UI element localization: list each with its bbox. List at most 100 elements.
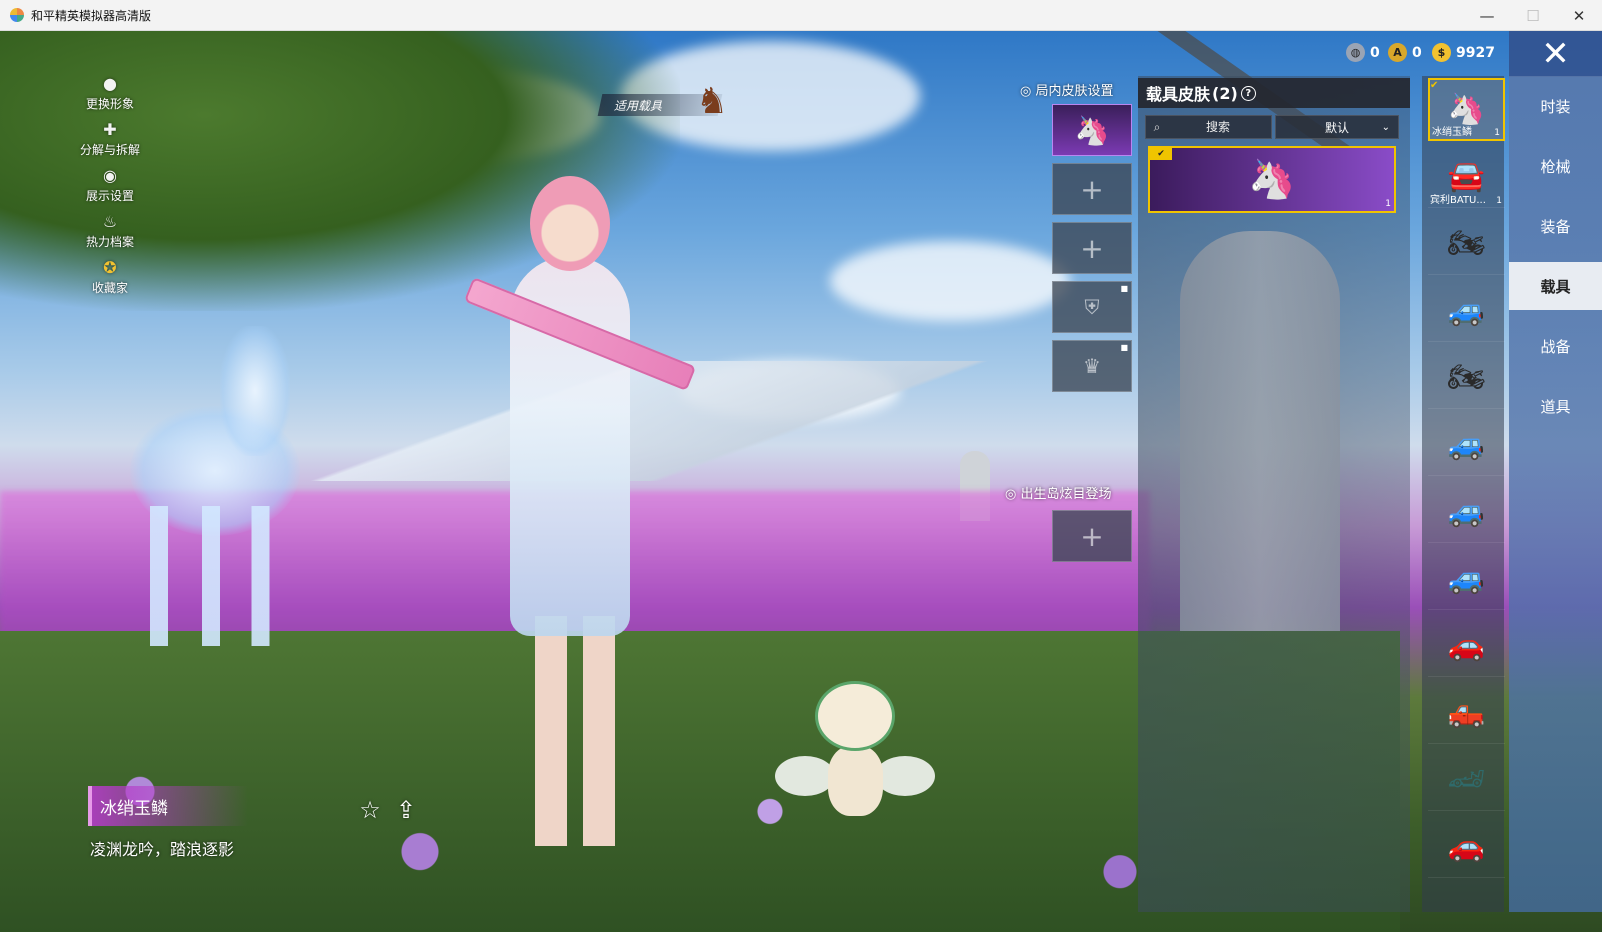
tab-equipment[interactable]: 装备 — [1509, 202, 1602, 250]
tab-weapons[interactable]: 枪械 — [1509, 142, 1602, 190]
kirin-icon: 🦄 — [1447, 92, 1486, 127]
change-appearance-button[interactable]: ● 更换形象 — [70, 72, 150, 118]
vehicle-item[interactable]: 🚙 — [1428, 547, 1505, 610]
tab-vehicles[interactable]: 载具 — [1509, 262, 1602, 310]
sort-value: 默认 — [1324, 120, 1349, 135]
left-menu: ● 更换形象 ✚ 分解与拆解 ◉ 展示设置 ♨ 热力档案 ✪ 收藏家 — [70, 72, 150, 302]
player-character[interactable] — [440, 146, 700, 846]
star-icon[interactable]: ☆ — [356, 796, 384, 824]
menu-label: 分解与拆解 — [79, 143, 140, 157]
selected-skin-card[interactable]: ✔ 🦄 1 — [1148, 146, 1396, 213]
companion-pet[interactable] — [775, 671, 935, 821]
vehicle-item[interactable]: 🚙 — [1428, 480, 1505, 543]
tab-items[interactable]: 道具 — [1509, 382, 1602, 430]
currency-gold: $ 9927 — [1432, 43, 1495, 62]
menu-label: 热力档案 — [85, 235, 134, 249]
maximize-button[interactable]: ☐ — [1510, 0, 1556, 31]
skin-slot-2[interactable]: + — [1052, 163, 1132, 215]
plus-icon: + — [1080, 172, 1104, 206]
skin-slot-5[interactable]: ♛ ■ — [1052, 340, 1132, 392]
minimize-button[interactable]: — — [1464, 0, 1510, 31]
vehicle-item[interactable]: 🚗 — [1428, 614, 1505, 677]
checkmark-icon: ✔ — [1150, 148, 1172, 160]
spawn-slot[interactable]: + — [1052, 510, 1132, 562]
sort-dropdown[interactable]: 默认 ⌄ — [1275, 115, 1399, 139]
decompose-button[interactable]: ✚ 分解与拆解 — [70, 118, 150, 164]
vehicle-count: 1 — [1496, 196, 1502, 206]
skin-slot-3[interactable]: + — [1052, 222, 1132, 274]
vehicle-item[interactable]: 🏍 — [1428, 346, 1505, 409]
plus-icon: + — [1080, 231, 1104, 265]
ice-kirin-mount[interactable] — [110, 306, 330, 666]
vehicle-item[interactable]: ✔ 🦄 冰绡玉鳞 1 — [1428, 78, 1505, 141]
flame-icon: ♨ — [102, 211, 118, 231]
vehicle-item[interactable]: 🚘 宾利BATU... 1 — [1428, 145, 1505, 208]
currency-globe: ◍ 0 — [1346, 43, 1380, 62]
cloud — [830, 241, 1070, 321]
shield-emblem-icon: ⛨ — [1084, 295, 1100, 319]
vehicle-item[interactable]: 🏎 — [1428, 748, 1505, 811]
collector-button[interactable]: ✪ 收藏家 — [70, 256, 150, 302]
currency-a-coin: A 0 — [1388, 43, 1422, 62]
jeep-icon: 🚙 — [1447, 426, 1486, 462]
tab-fashion[interactable]: 时装 — [1509, 82, 1602, 130]
kirin-icon: 🦄 — [1074, 113, 1110, 147]
item-description: 凌渊龙吟，踏浪逐影 — [90, 840, 235, 859]
menu-label: 展示设置 — [85, 189, 134, 203]
question-icon[interactable]: ? — [1240, 85, 1256, 101]
vehicle-item[interactable]: 🏍 — [1428, 212, 1505, 275]
ingame-skin-header: ◎ 局内皮肤设置 — [1020, 80, 1114, 99]
puzzle-icon: ✚ — [103, 119, 117, 139]
window-title: 和平精英模拟器高清版 — [31, 8, 152, 23]
heat-archive-button[interactable]: ♨ 热力档案 — [70, 210, 150, 256]
item-name-bar: 冰绡玉鳞 — [88, 786, 248, 826]
apply-vehicle-label: 适用载具 — [614, 98, 663, 113]
search-box[interactable]: ⌕ — [1145, 115, 1272, 139]
monster-truck-icon: 🛻 — [1447, 694, 1486, 730]
app-logo-icon — [10, 8, 24, 22]
search-input[interactable] — [1168, 120, 1268, 134]
vehicle-name: 冰绡玉鳞 — [1432, 127, 1472, 138]
close-icon: ✕ — [1541, 34, 1570, 74]
vehicle-skin-header: 载具皮肤 (2) ? — [1138, 78, 1410, 108]
window-close-button[interactable]: ✕ — [1556, 0, 1602, 31]
lock-icon: ■ — [1120, 284, 1128, 293]
currency-value: 0 — [1412, 44, 1422, 61]
settings-dot-icon: ◎ — [1020, 84, 1036, 99]
display-settings-button[interactable]: ◉ 展示设置 — [70, 164, 150, 210]
lock-icon: ■ — [1120, 343, 1128, 352]
vehicle-count: 1 — [1494, 128, 1500, 138]
currency-value: 0 — [1370, 44, 1380, 61]
mount-legs — [150, 506, 280, 646]
motorcycle-icon: 🏍 — [1447, 225, 1486, 261]
vehicle-item[interactable]: 🚗 — [1428, 815, 1505, 878]
vehicle-name: 宾利BATU... — [1430, 195, 1486, 206]
skin-count: 1 — [1385, 199, 1391, 209]
close-button[interactable]: ✕ — [1509, 31, 1602, 77]
motorcycle-icon: 🏍 — [1447, 359, 1486, 395]
vehicle-item[interactable]: 🛻 — [1428, 681, 1505, 744]
character-legs — [535, 616, 615, 846]
skin-slot-4[interactable]: ⛨ ■ — [1052, 281, 1132, 333]
horse-icon: ♞ — [695, 81, 729, 122]
settings-dot-icon: ◎ — [1005, 487, 1021, 502]
badge-icon: ✪ — [103, 257, 117, 277]
pet-head — [815, 681, 895, 751]
skin-slot-1[interactable]: 🦄 — [1052, 104, 1132, 156]
window-controls: — ☐ ✕ — [1464, 0, 1602, 31]
person-icon: ● — [103, 73, 117, 93]
pet-wing-right — [875, 756, 935, 796]
muscle-car-icon: 🚗 — [1447, 828, 1486, 864]
vehicle-item[interactable]: 🚙 — [1428, 413, 1505, 476]
tab-battle-prep[interactable]: 战备 — [1509, 322, 1602, 370]
buggy-icon: 🚙 — [1447, 292, 1486, 328]
pet-body — [828, 746, 883, 816]
spawn-island-title: 出生岛炫目登场 — [1020, 487, 1112, 502]
gold-a-coin-icon: A — [1388, 43, 1407, 62]
crown-icon: ♛ — [1083, 354, 1101, 378]
vehicle-item[interactable]: 🚙 — [1428, 279, 1505, 342]
share-icon[interactable]: ⇪ — [392, 796, 420, 824]
ingame-skin-title: 局内皮肤设置 — [1035, 84, 1114, 99]
character-head — [530, 176, 610, 271]
menu-label: 更换形象 — [85, 97, 134, 111]
